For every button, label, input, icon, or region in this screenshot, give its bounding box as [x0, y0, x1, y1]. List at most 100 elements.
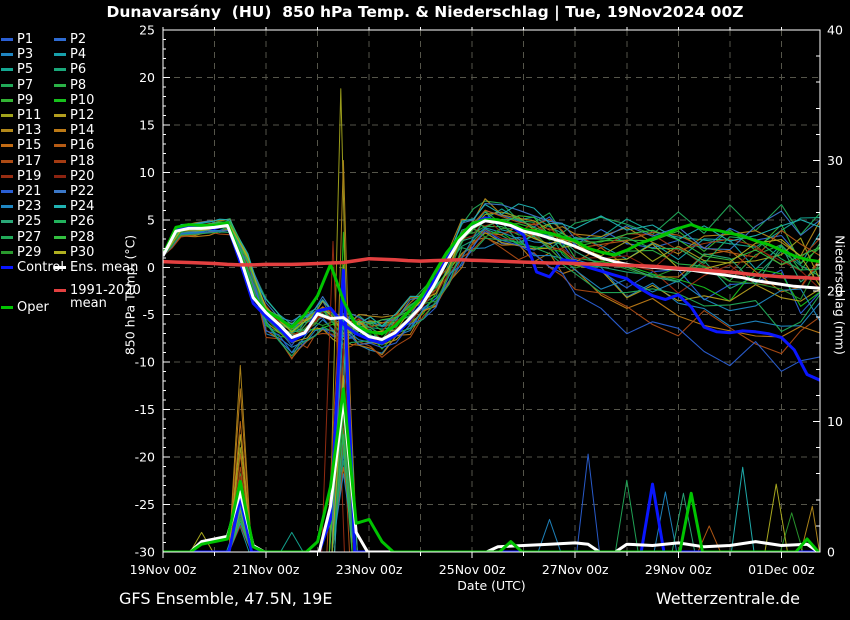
legend-color-chip — [54, 205, 66, 208]
y-left-tick-label: 15 — [139, 117, 155, 132]
legend-item-oper: Oper — [1, 301, 49, 314]
legend-item-p19: P19 — [1, 170, 41, 183]
legend-item-label: Oper — [17, 301, 49, 314]
legend-item-label: P19 — [17, 170, 41, 183]
legend-color-chip — [1, 190, 13, 193]
legend-item-label: P23 — [17, 200, 41, 213]
plot-data-layer — [163, 89, 820, 552]
legend-color-chip — [1, 38, 13, 41]
ens-mean-precip-line — [163, 399, 820, 552]
legend-color-chip — [54, 160, 66, 163]
legend-item-label: P18 — [70, 155, 94, 168]
member-precip-line-P30 — [163, 376, 820, 552]
member-precip-line-P1 — [163, 435, 820, 552]
y-left-tick-label: -30 — [135, 545, 155, 560]
legend-item-p24: P24 — [54, 200, 94, 213]
legend-item-p2: P2 — [54, 33, 86, 46]
legend-item-p13: P13 — [1, 124, 41, 137]
legend-color-chip — [54, 114, 66, 117]
legend-color-chip — [54, 144, 66, 147]
x-tick-label: 01Dec 00z — [748, 562, 815, 577]
legend-color-chip — [1, 84, 13, 87]
member-temp-line-P19 — [163, 227, 820, 342]
member-precip-line-P4 — [163, 317, 820, 552]
member-precip-line-P27 — [163, 450, 820, 552]
y-axis-left-label: 850 hPa Temp. (°C) — [123, 235, 138, 355]
meteogram-app: Dunavarsány (HU) 850 hPa Temp. & Nieders… — [0, 0, 850, 620]
y-left-tick-label: -20 — [135, 450, 155, 465]
legend-color-chip — [1, 266, 13, 269]
legend-item-p11: P11 — [1, 109, 41, 122]
legend-color-chip — [1, 99, 13, 102]
member-precip-line-P17 — [163, 330, 820, 552]
legend-item-p23: P23 — [1, 200, 41, 213]
member-precip-line-P2 — [163, 356, 820, 552]
member-precip-line-P5 — [163, 422, 820, 553]
x-tick-label: 23Nov 00z — [336, 562, 403, 577]
y-right-tick-label: 0 — [827, 545, 835, 560]
legend-item-p22: P22 — [54, 185, 94, 198]
legend-item-label: P22 — [70, 185, 94, 198]
legend-item-label: P28 — [70, 231, 94, 244]
legend-item-p21: P21 — [1, 185, 41, 198]
member-precip-line-P7 — [163, 461, 820, 552]
member-precip-line-P25 — [163, 435, 820, 552]
legend-color-chip — [1, 251, 13, 254]
legend-item-p9: P9 — [1, 94, 33, 107]
legend-item-label: P21 — [17, 185, 41, 198]
legend-item-label: P14 — [70, 124, 94, 137]
legend-color-chip — [54, 190, 66, 193]
legend-item-p3: P3 — [1, 48, 33, 61]
legend-item-p12: P12 — [54, 109, 94, 122]
legend-color-chip — [1, 220, 13, 223]
member-precip-line-P3 — [163, 448, 820, 552]
legend-item-p18: P18 — [54, 155, 94, 168]
y-left-tick-label: 20 — [139, 70, 155, 85]
y-left-tick-label: 0 — [147, 260, 155, 275]
member-precip-line-P20 — [163, 343, 820, 552]
member-precip-line-P22 — [163, 291, 820, 552]
legend-item-label: P24 — [70, 200, 94, 213]
legend-item-p20: P20 — [54, 170, 94, 183]
oper-precip-line — [163, 389, 820, 552]
legend-item-p4: P4 — [54, 48, 86, 61]
legend-item-p27: P27 — [1, 231, 41, 244]
y-right-tick-label: 40 — [827, 23, 843, 38]
legend-color-chip — [54, 220, 66, 223]
source-watermark: Wetterzentrale.de — [656, 589, 800, 608]
legend-color-chip — [54, 99, 66, 102]
legend-item-label: P11 — [17, 109, 41, 122]
legend-item-label: P8 — [70, 79, 86, 92]
legend-color-chip — [1, 114, 13, 117]
legend-item-p7: P7 — [1, 79, 33, 92]
legend-color-chip — [54, 289, 66, 292]
legend-item-label: P16 — [70, 139, 94, 152]
y-right-tick-label: 10 — [827, 414, 843, 429]
member-precip-line-P24 — [163, 337, 820, 552]
legend-item-label: P6 — [70, 63, 86, 76]
legend-item-p26: P26 — [54, 215, 94, 228]
member-precip-line-P15 — [163, 422, 820, 553]
legend-item-label: P15 — [17, 139, 41, 152]
legend-item-label: P2 — [70, 33, 86, 46]
y-left-tick-label: -15 — [135, 402, 155, 417]
legend-item-label: P13 — [17, 124, 41, 137]
legend-color-chip — [1, 129, 13, 132]
legend-color-chip — [54, 84, 66, 87]
legend-item-label: P4 — [70, 48, 86, 61]
legend-item-p28: P28 — [54, 231, 94, 244]
legend-item-label: P29 — [17, 246, 41, 259]
member-precip-line-P29 — [163, 415, 820, 552]
y-left-tick-label: -10 — [135, 355, 155, 370]
legend-item-p10: P10 — [54, 94, 94, 107]
legend-item-label: P26 — [70, 215, 94, 228]
x-tick-label: 25Nov 00z — [439, 562, 506, 577]
legend-color-chip — [54, 236, 66, 239]
legend-item-p5: P5 — [1, 63, 33, 76]
legend-color-chip — [54, 251, 66, 254]
legend-item-label: P9 — [17, 94, 33, 107]
legend-item-p17: P17 — [1, 155, 41, 168]
y-axis-right-label: Niederschlag (mm) — [833, 235, 848, 355]
x-tick-label: 19Nov 00z — [130, 562, 197, 577]
legend-item-p1: P1 — [1, 33, 33, 46]
